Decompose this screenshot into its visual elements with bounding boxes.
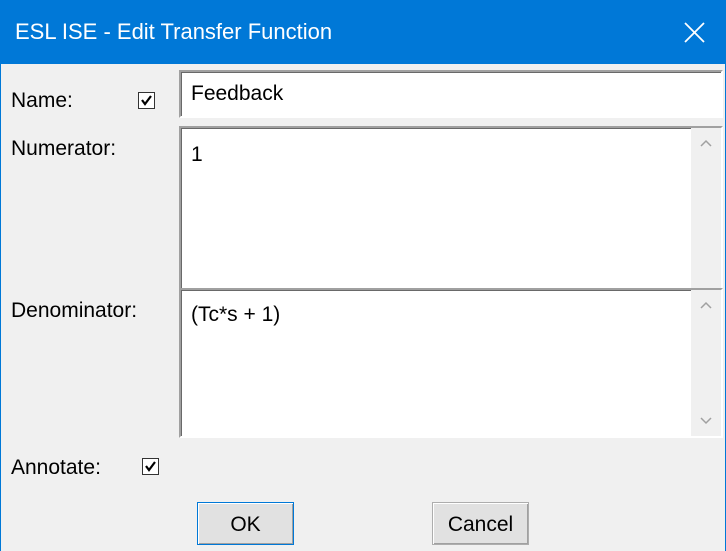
window-title: ESL ISE - Edit Transfer Function	[15, 19, 333, 44]
dialog-window: ESL ISE - Edit Transfer Function Name: F…	[0, 0, 726, 551]
numerator-label: Numerator:	[11, 137, 117, 160]
annotate-checkbox[interactable]	[142, 458, 159, 475]
close-button[interactable]	[665, 0, 725, 64]
chevron-up-icon	[700, 301, 712, 309]
ok-button[interactable]: OK	[197, 502, 294, 545]
cancel-button[interactable]: Cancel	[432, 502, 529, 545]
checkmark-icon	[141, 95, 152, 106]
annotate-label: Annotate:	[11, 456, 101, 479]
denominator-value: (Tc*s + 1)	[191, 303, 281, 326]
name-field-value: Feedback	[191, 82, 284, 105]
denominator-scrollbar[interactable]	[691, 290, 721, 436]
denominator-scroll-down-button[interactable]	[691, 406, 721, 436]
denominator-label: Denominator:	[11, 299, 138, 322]
chevron-down-icon	[700, 417, 712, 425]
dialog-body: Name: Feedback Numerator: 1 Denominator:…	[1, 64, 725, 551]
close-icon	[684, 22, 705, 43]
denominator-textarea[interactable]: (Tc*s + 1)	[179, 288, 723, 438]
name-checkbox[interactable]	[138, 92, 155, 109]
numerator-scroll-up-button[interactable]	[691, 128, 721, 158]
title-bar[interactable]: ESL ISE - Edit Transfer Function	[1, 0, 725, 64]
name-field[interactable]: Feedback	[179, 70, 723, 118]
denominator-scroll-up-button[interactable]	[691, 290, 721, 320]
name-label: Name:	[11, 89, 73, 112]
chevron-up-icon	[700, 139, 712, 147]
checkmark-icon	[145, 461, 156, 472]
numerator-value: 1	[191, 143, 203, 166]
